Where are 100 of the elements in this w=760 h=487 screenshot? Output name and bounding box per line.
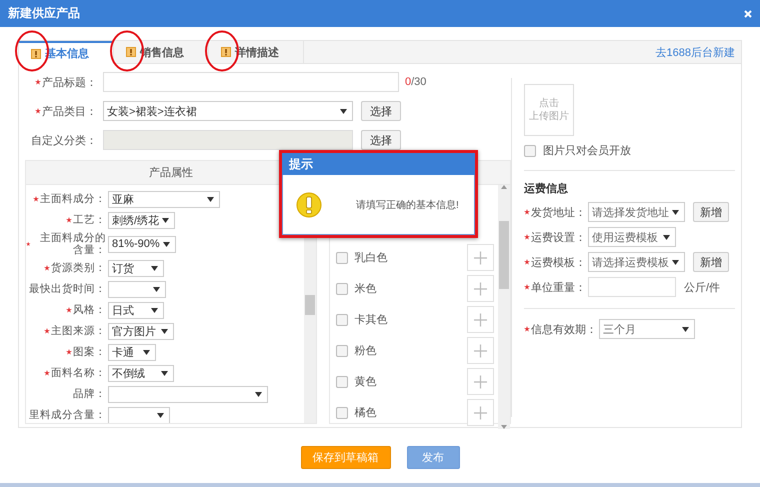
- dropdown[interactable]: [108, 280, 166, 298]
- scrollbar[interactable]: [498, 185, 510, 429]
- window-title: 新建供应产品: [8, 5, 80, 22]
- field-label: 最快出货时间：: [29, 283, 106, 295]
- caret-icon: [143, 350, 150, 354]
- required-mark-icon: [524, 209, 530, 215]
- section-title: 运费信息: [524, 182, 569, 196]
- color-label: 乳白色: [354, 251, 388, 265]
- character-counter: 0/30: [405, 76, 426, 88]
- field-label: 主面料成分：: [40, 193, 106, 205]
- required-mark-icon: [26, 241, 31, 247]
- plus-icon: [474, 250, 487, 264]
- close-icon[interactable]: [744, 10, 752, 18]
- external-link[interactable]: 去1688后台新建: [656, 41, 741, 63]
- field-label: 产品类目：: [42, 104, 97, 118]
- caret-icon: [672, 260, 679, 264]
- required-mark-icon: [66, 217, 72, 223]
- scroll-down-icon: [501, 425, 507, 429]
- field-label: 主面料成分的含量：: [39, 232, 106, 256]
- required-mark-icon: [44, 328, 50, 334]
- add-button[interactable]: [467, 337, 494, 364]
- unit-label: 公斤/件: [684, 280, 720, 294]
- required-mark-icon: [524, 326, 530, 332]
- add-button[interactable]: 新增: [693, 202, 729, 222]
- dropdown[interactable]: 女装>裙装>连衣裙: [103, 101, 353, 121]
- field-label: 运费模板：: [531, 256, 586, 270]
- dropdown[interactable]: [108, 386, 268, 402]
- field-label: 里料成分含量：: [29, 409, 106, 421]
- caret-icon: [340, 108, 347, 114]
- dropdown[interactable]: 日式: [108, 302, 164, 318]
- alert-message: 请填写正确的基本信息!: [356, 198, 459, 212]
- dropdown[interactable]: 亚麻: [108, 190, 220, 208]
- caret-icon: [162, 218, 170, 222]
- field-label: 品牌：: [73, 388, 106, 400]
- caret-icon: [682, 326, 689, 332]
- field-label: 产品标题：: [42, 76, 97, 90]
- caret-icon: [161, 370, 168, 376]
- checkbox[interactable]: [336, 252, 348, 264]
- caret-icon: [663, 234, 670, 240]
- field-label: 图案：: [73, 346, 106, 358]
- plus-icon: [474, 312, 487, 326]
- plus-icon: [474, 374, 487, 388]
- scroll-thumb[interactable]: [499, 221, 509, 289]
- field-label: 单位重量：: [531, 280, 586, 294]
- field-label: 运费设置：: [531, 230, 586, 244]
- dropdown[interactable]: 请选择运费模板: [588, 252, 685, 272]
- required-mark-icon: [33, 196, 39, 202]
- caret-icon: [161, 328, 168, 334]
- plus-icon: [474, 344, 487, 358]
- add-button[interactable]: [467, 275, 494, 302]
- dropdown[interactable]: [108, 406, 170, 423]
- caret-icon: [153, 286, 160, 292]
- scroll-thumb[interactable]: [304, 295, 315, 315]
- required-mark-icon: [44, 265, 50, 271]
- color-label: 粉色: [354, 344, 377, 358]
- dropdown[interactable]: 卡通: [108, 344, 156, 360]
- dropdown[interactable]: 使用运费模板: [588, 227, 676, 247]
- warning-icon: [296, 192, 322, 218]
- caret-icon: [207, 196, 214, 202]
- add-button[interactable]: [467, 244, 494, 271]
- color-label: 卡其色: [354, 313, 388, 327]
- add-button[interactable]: [467, 368, 494, 395]
- select-button[interactable]: 选择: [361, 101, 401, 121]
- color-label: 橘色: [354, 406, 377, 420]
- checkbox[interactable]: [524, 144, 536, 156]
- select-button[interactable]: 选择: [361, 130, 401, 150]
- checkbox[interactable]: [336, 282, 348, 294]
- required-mark-icon: [524, 284, 530, 290]
- color-label: 黄色: [354, 375, 377, 389]
- caret-icon: [672, 210, 679, 214]
- panel-title: 产品属性: [148, 166, 193, 180]
- checkbox[interactable]: [336, 344, 348, 356]
- required-mark-icon: [524, 234, 530, 240]
- title-input[interactable]: [103, 72, 399, 92]
- color-label: 米色: [354, 282, 377, 296]
- field-label: 面料名称：: [51, 367, 106, 379]
- field-label: 信息有效期：: [531, 322, 597, 336]
- dropdown[interactable]: 订货: [108, 260, 164, 276]
- field-label: 发货地址：: [531, 206, 586, 220]
- dropdown[interactable]: 81%-90%: [108, 236, 176, 252]
- checkbox[interactable]: [336, 406, 348, 418]
- caret-icon: [162, 242, 170, 246]
- add-button[interactable]: 新增: [693, 252, 729, 272]
- caret-icon: [151, 308, 158, 312]
- checkbox[interactable]: [336, 376, 348, 388]
- weight-input[interactable]: [588, 277, 676, 297]
- dropdown[interactable]: 请选择发货地址: [588, 202, 685, 222]
- plus-icon: [474, 282, 487, 296]
- dropdown[interactable]: 不倒绒: [108, 364, 174, 382]
- add-button[interactable]: [467, 399, 494, 426]
- field-label: 风格：: [73, 304, 106, 316]
- dropdown[interactable]: 三个月: [599, 319, 695, 339]
- checkbox-label: 图片只对会员开放: [543, 144, 631, 158]
- plus-icon: [474, 406, 487, 420]
- dropdown[interactable]: 官方图片: [108, 322, 174, 340]
- checkbox[interactable]: [336, 314, 348, 326]
- add-button[interactable]: [467, 306, 494, 333]
- required-mark-icon: [524, 259, 530, 265]
- dropdown[interactable]: 刺绣/绣花: [108, 212, 176, 228]
- field-label: 工艺：: [73, 214, 106, 226]
